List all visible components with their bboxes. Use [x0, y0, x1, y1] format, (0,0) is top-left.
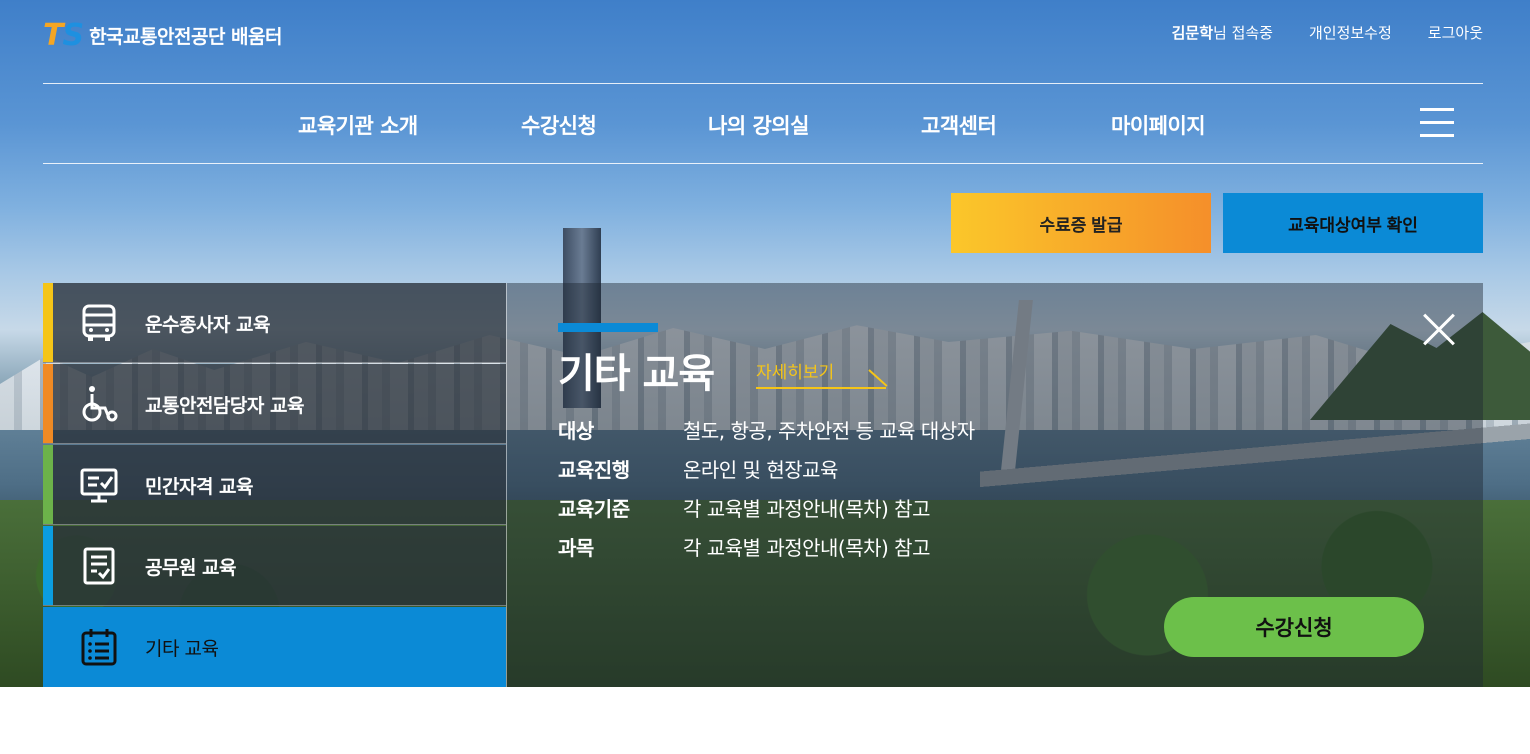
info-value: 각 교육별 과정안내(목차) 참고	[683, 536, 930, 560]
user-status-suffix: 님 접속중	[1213, 24, 1273, 42]
menu-icon[interactable]	[1420, 108, 1454, 138]
nav-item-about[interactable]: 교육기관 소개	[298, 110, 418, 140]
tab-driver-education[interactable]: 운수종사자 교육	[43, 283, 506, 363]
tab-color-bar	[43, 445, 53, 524]
tab-public-servant-education[interactable]: 공무원 교육	[43, 526, 506, 606]
certificate-button[interactable]: 수료증 발급	[951, 193, 1211, 253]
view-more-underline	[756, 387, 886, 389]
top-bar: TS 한국교통안전공단 배움터 김문학님 접속중 개인정보수정 로그아웃	[43, 18, 1483, 53]
tab-color-bar	[43, 364, 53, 443]
education-detail: 기타 교육 자세히보기 대상 철도, 항공, 주차안전 등 교육 대상자 교육진…	[506, 283, 1483, 687]
tab-other-education[interactable]: 기타 교육	[43, 607, 506, 687]
nav-item-my-classroom[interactable]: 나의 강의실	[708, 110, 809, 140]
bus-icon	[82, 304, 116, 341]
user-status: 김문학님 접속중	[1172, 22, 1273, 43]
nav-item-mypage[interactable]: 마이페이지	[1111, 110, 1206, 140]
monitor-check-icon	[80, 468, 118, 503]
info-key: 교육진행	[558, 458, 630, 482]
tab-color-bar	[43, 607, 53, 687]
wheelchair-icon	[82, 386, 118, 422]
tab-private-qualification-education[interactable]: 민간자격 교육	[43, 445, 506, 525]
info-key: 대상	[558, 419, 594, 443]
detail-title: 기타 교육	[558, 351, 715, 397]
logo-mark: TS	[43, 18, 84, 53]
edit-profile-link[interactable]: 개인정보수정	[1309, 22, 1392, 43]
logout-link[interactable]: 로그아웃	[1428, 22, 1483, 43]
nav-item-enroll[interactable]: 수강신청	[521, 110, 597, 140]
nav-divider-bottom	[43, 163, 1483, 164]
user-name: 김문학	[1171, 24, 1214, 42]
enroll-button[interactable]: 수강신청	[1164, 597, 1424, 657]
nav-divider-top	[43, 83, 1483, 84]
close-icon[interactable]	[1422, 313, 1455, 346]
tab-color-bar	[43, 283, 53, 362]
view-more-link[interactable]: 자세히보기	[756, 358, 834, 383]
tab-color-bar	[43, 526, 53, 605]
document-check-icon	[83, 547, 115, 585]
nav-item-customer-center[interactable]: 고객센터	[921, 110, 997, 140]
info-value: 온라인 및 현장교육	[683, 458, 838, 482]
info-key: 교육기준	[558, 497, 630, 521]
education-panel: 운수종사자 교육 교통안전담당자 교육 민간자격 교육 공무원 교육 기타 교육…	[43, 283, 1483, 687]
education-tabs: 운수종사자 교육 교통안전담당자 교육 민간자격 교육 공무원 교육 기타 교육	[43, 283, 506, 687]
main-nav: 교육기관 소개 수강신청 나의 강의실 고객센터 마이페이지	[0, 110, 1530, 140]
utility-menu: 김문학님 접속중 개인정보수정 로그아웃	[1172, 22, 1483, 43]
logo-text: 한국교통안전공단 배움터	[89, 26, 282, 48]
title-accent-bar	[558, 323, 658, 332]
info-key: 과목	[558, 536, 594, 560]
eligibility-check-button[interactable]: 교육대상여부 확인	[1223, 193, 1483, 253]
tab-label: 운수종사자 교육	[145, 314, 270, 336]
calendar-list-icon	[81, 629, 117, 666]
view-more-arrow-icon	[868, 369, 888, 387]
info-value: 각 교육별 과정안내(목차) 참고	[683, 497, 930, 521]
info-value: 철도, 항공, 주차안전 등 교육 대상자	[683, 419, 975, 443]
logo[interactable]: TS 한국교통안전공단 배움터	[43, 18, 282, 53]
tab-safety-manager-education[interactable]: 교통안전담당자 교육	[43, 364, 506, 444]
tab-label: 공무원 교육	[145, 557, 237, 579]
tab-label: 교통안전담당자 교육	[145, 395, 304, 417]
tab-label: 기타 교육	[145, 638, 219, 660]
tab-label: 민간자격 교육	[145, 476, 254, 498]
